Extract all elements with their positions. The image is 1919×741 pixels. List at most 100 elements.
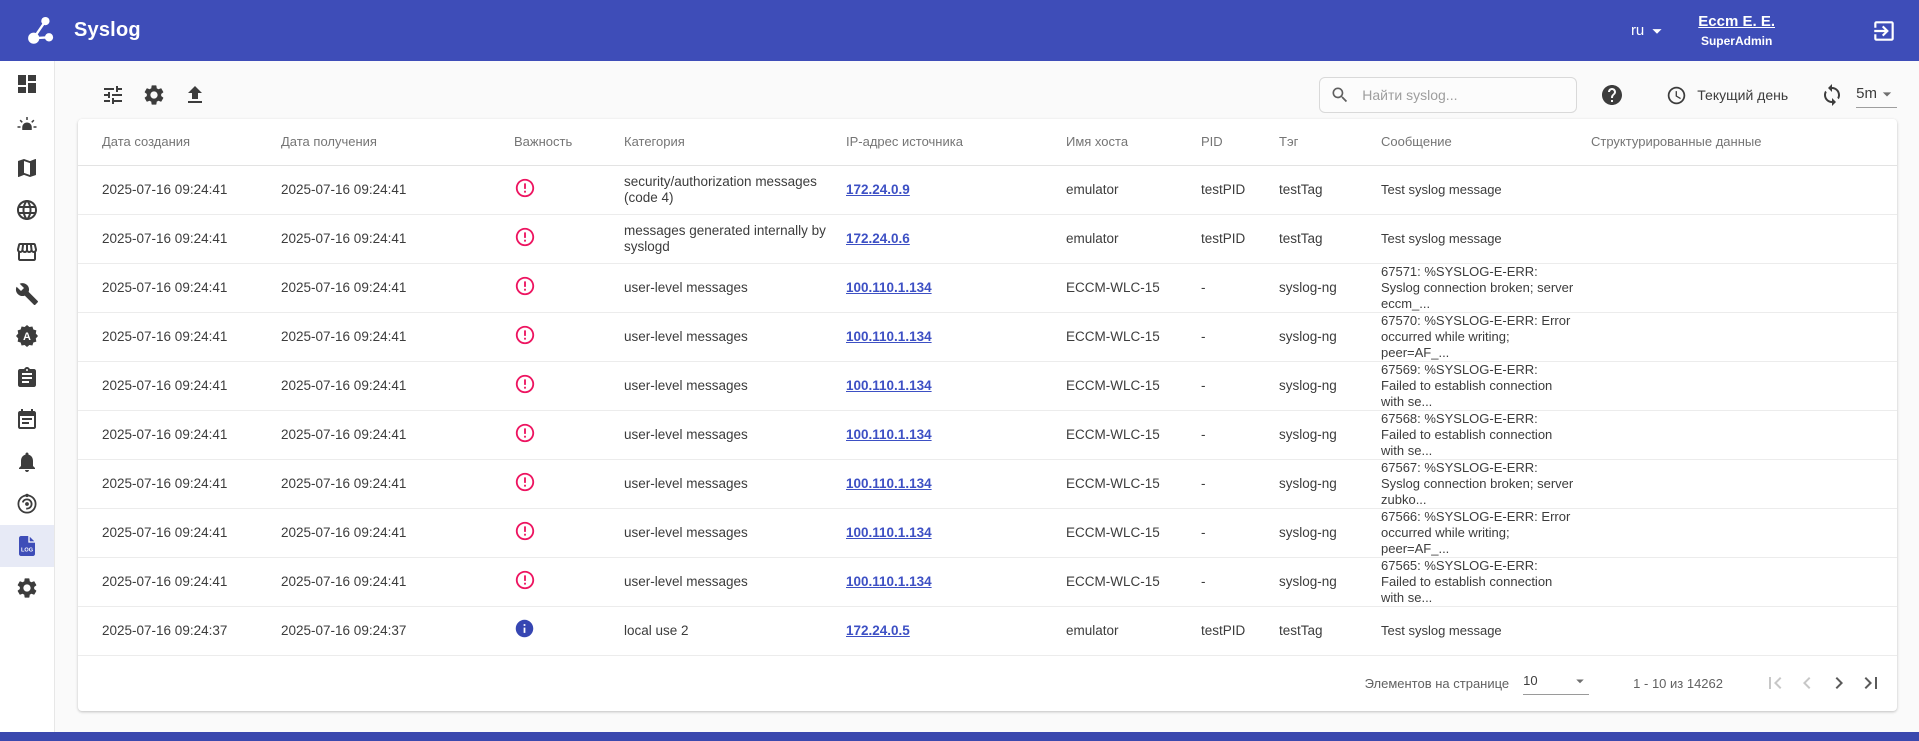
severity-error-icon: [514, 569, 536, 591]
gear-icon: [15, 576, 39, 600]
ip-link[interactable]: 100.110.1.134: [846, 329, 932, 344]
cell-received: 2025-07-16 09:24:41: [281, 459, 514, 508]
help-button[interactable]: [1600, 83, 1624, 107]
logout-button[interactable]: [1871, 18, 1897, 44]
upload-icon: [183, 83, 207, 107]
table-body: 2025-07-16 09:24:412025-07-16 09:24:41se…: [78, 165, 1897, 655]
previous-page-button[interactable]: [1791, 667, 1823, 699]
column-header: Имя хоста: [1066, 119, 1201, 165]
cell-message: 67571: %SYSLOG-E-ERR: Syslog connection …: [1381, 263, 1591, 312]
cell-tag: syslog-ng: [1279, 361, 1381, 410]
upload-button[interactable]: [183, 83, 207, 107]
language-label: ru: [1631, 22, 1644, 39]
time-range-button[interactable]: Текущий день: [1666, 85, 1788, 106]
sidebar-item-notifications[interactable]: [0, 441, 54, 483]
refresh-interval-select[interactable]: 5m: [1856, 83, 1897, 108]
ip-link[interactable]: 172.24.0.9: [846, 182, 910, 197]
sidebar-item-dashboard[interactable]: [0, 63, 54, 105]
sidebar-item-storefront[interactable]: [0, 231, 54, 273]
sidebar-item-network[interactable]: [0, 189, 54, 231]
sidebar-item-assignments[interactable]: [0, 357, 54, 399]
column-header: Структурированные данные: [1591, 119, 1897, 165]
chevron-down-icon: [1877, 84, 1897, 104]
sidebar-item-calendar[interactable]: [0, 399, 54, 441]
sidebar: A LOG: [0, 61, 55, 732]
sidebar-item-app-a[interactable]: A: [0, 315, 54, 357]
items-per-page-label: Элементов на странице: [1365, 676, 1510, 691]
sidebar-item-alarms[interactable]: [0, 105, 54, 147]
cell-pid: -: [1201, 508, 1279, 557]
sidebar-item-settings[interactable]: [0, 567, 54, 609]
ip-link[interactable]: 100.110.1.134: [846, 427, 932, 442]
cell-source-ip: 172.24.0.6: [846, 214, 1066, 263]
language-select[interactable]: ru: [1631, 20, 1668, 42]
ip-link[interactable]: 100.110.1.134: [846, 378, 932, 393]
ip-link[interactable]: 172.24.0.6: [846, 231, 910, 246]
cell-source-ip: 100.110.1.134: [846, 263, 1066, 312]
log-file-icon: LOG: [15, 534, 39, 558]
cell-tag: testTag: [1279, 606, 1381, 655]
table-row: 2025-07-16 09:24:412025-07-16 09:24:41us…: [78, 312, 1897, 361]
cell-structured: [1591, 361, 1897, 410]
column-header: Дата создания: [78, 119, 281, 165]
last-page-button[interactable]: [1855, 667, 1887, 699]
ip-link[interactable]: 100.110.1.134: [846, 280, 932, 295]
sidebar-item-syslog[interactable]: LOG: [0, 525, 54, 567]
search-input[interactable]: [1360, 86, 1560, 104]
table-row: 2025-07-16 09:24:412025-07-16 09:24:41us…: [78, 508, 1897, 557]
calendar-icon: [15, 408, 39, 432]
table-settings-button[interactable]: [142, 83, 166, 107]
tune-icon: [101, 83, 125, 107]
ip-link[interactable]: 172.24.0.5: [846, 623, 910, 638]
severity-error-icon: [514, 422, 536, 444]
cell-pid: -: [1201, 410, 1279, 459]
refresh-button[interactable]: [1820, 83, 1844, 107]
cell-category: local use 2: [624, 606, 846, 655]
cell-source-ip: 100.110.1.134: [846, 410, 1066, 459]
sidebar-item-tools[interactable]: [0, 273, 54, 315]
cell-category: user-level messages: [624, 361, 846, 410]
first-page-button[interactable]: [1759, 667, 1791, 699]
severity-error-icon: [514, 520, 536, 542]
filter-button[interactable]: [101, 83, 125, 107]
cell-host: emulator: [1066, 606, 1201, 655]
table-header-row: Дата созданияДата полученияВажностьКатег…: [78, 119, 1897, 165]
cell-category: user-level messages: [624, 459, 846, 508]
cell-created: 2025-07-16 09:24:41: [78, 361, 281, 410]
items-per-page-select[interactable]: 10: [1523, 672, 1589, 695]
items-per-page-value: 10: [1523, 673, 1537, 688]
ip-link[interactable]: 100.110.1.134: [846, 525, 932, 540]
severity-error-icon: [514, 373, 536, 395]
syslog-table: Дата созданияДата полученияВажностьКатег…: [78, 119, 1897, 656]
sidebar-item-map[interactable]: [0, 147, 54, 189]
severity-error-icon: [514, 177, 536, 199]
sidebar-item-monitoring[interactable]: [0, 483, 54, 525]
severity-error-icon: [514, 275, 536, 297]
sync-icon: [1820, 83, 1844, 107]
ip-link[interactable]: 100.110.1.134: [846, 574, 932, 589]
cell-message: 67565: %SYSLOG-E-ERR: Failed to establis…: [1381, 557, 1591, 606]
cell-created: 2025-07-16 09:24:41: [78, 410, 281, 459]
cell-source-ip: 100.110.1.134: [846, 361, 1066, 410]
cell-received: 2025-07-16 09:24:41: [281, 508, 514, 557]
next-page-button[interactable]: [1823, 667, 1855, 699]
cell-category: user-level messages: [624, 263, 846, 312]
user-link[interactable]: Eccm E. E.: [1698, 13, 1775, 30]
cell-category: security/authorization messages (code 4): [624, 165, 846, 214]
cell-created: 2025-07-16 09:24:37: [78, 606, 281, 655]
cell-received: 2025-07-16 09:24:41: [281, 165, 514, 214]
page-title: Syslog: [74, 19, 141, 42]
target-icon: [15, 492, 39, 516]
cell-message: Test syslog message: [1381, 606, 1591, 655]
cell-host: ECCM-WLC-15: [1066, 312, 1201, 361]
severity-error-icon: [514, 226, 536, 248]
cell-host: ECCM-WLC-15: [1066, 557, 1201, 606]
cell-message: 67569: %SYSLOG-E-ERR: Failed to establis…: [1381, 361, 1591, 410]
clipboard-icon: [15, 366, 39, 390]
cell-pid: testPID: [1201, 606, 1279, 655]
cell-created: 2025-07-16 09:24:41: [78, 263, 281, 312]
cell-message: 67568: %SYSLOG-E-ERR: Failed to establis…: [1381, 410, 1591, 459]
cell-structured: [1591, 165, 1897, 214]
ip-link[interactable]: 100.110.1.134: [846, 476, 932, 491]
cell-source-ip: 100.110.1.134: [846, 557, 1066, 606]
